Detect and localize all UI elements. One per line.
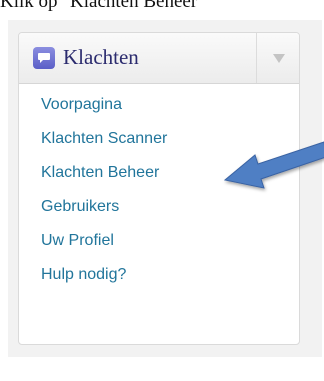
- arrow-pointer-icon: [223, 141, 324, 189]
- instruction-caption: Klik op "Klachten Beheer": [0, 0, 205, 12]
- menu-header[interactable]: Klachten: [19, 33, 299, 84]
- menu-toggle-button[interactable]: [257, 33, 299, 83]
- speech-bubble-icon: [33, 47, 55, 69]
- triangle-down-icon: [273, 53, 285, 63]
- menu-title: Klachten: [63, 45, 139, 69]
- menu-item-uw-profiel[interactable]: Uw Profiel: [19, 224, 299, 258]
- menu-item-hulp-nodig[interactable]: Hulp nodig?: [19, 258, 299, 292]
- menu-item-voorpagina[interactable]: Voorpagina: [19, 88, 299, 122]
